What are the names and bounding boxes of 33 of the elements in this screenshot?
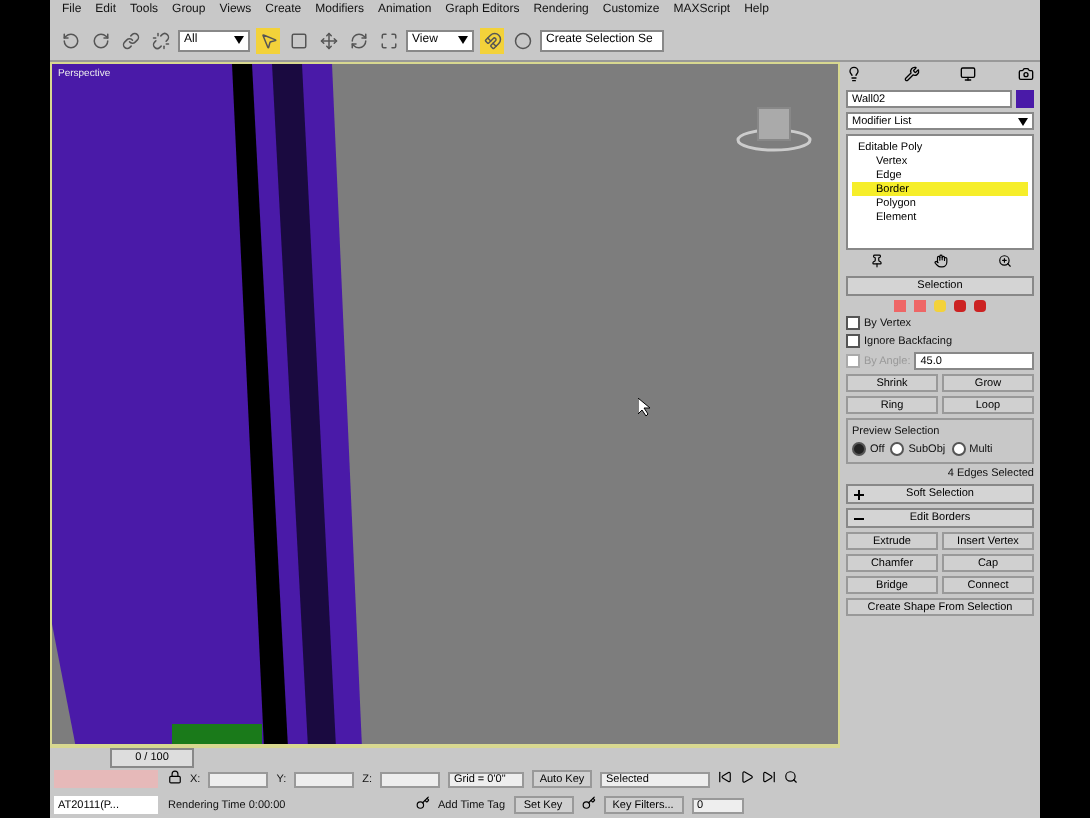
color-swatch[interactable] [1016, 90, 1034, 108]
skip-forward-icon[interactable] [762, 770, 776, 788]
listener-field[interactable] [54, 770, 158, 788]
magnet-icon[interactable] [480, 27, 504, 53]
move-icon[interactable] [316, 27, 340, 53]
key-icon[interactable] [581, 796, 596, 814]
viewcube-icon [734, 104, 814, 156]
circle-icon[interactable] [510, 27, 534, 53]
cursor-icon [638, 398, 650, 416]
coordinate-field[interactable] [294, 771, 355, 787]
coordinate-field[interactable] [380, 771, 440, 787]
display-tab-icon[interactable] [960, 66, 977, 86]
radio-button[interactable] [951, 442, 966, 456]
link-icon[interactable] [118, 27, 142, 53]
coordinate-field[interactable] [208, 771, 269, 787]
checkbox[interactable] [846, 316, 860, 330]
camera-icon[interactable] [1017, 66, 1034, 86]
caret-icon [458, 36, 468, 44]
play-icon[interactable] [740, 770, 754, 788]
caret-icon [234, 36, 244, 44]
hand-icon[interactable] [933, 254, 947, 272]
search-icon[interactable] [784, 770, 798, 788]
pin-icon[interactable] [869, 254, 883, 272]
modify-tab-icon[interactable] [903, 66, 920, 86]
unlink-icon[interactable] [148, 27, 172, 53]
pointer-icon[interactable] [256, 27, 280, 53]
caret-icon [1018, 117, 1028, 125]
radio-button[interactable] [852, 442, 866, 456]
skip-back-icon[interactable] [718, 770, 732, 788]
radio-button[interactable] [890, 442, 905, 456]
checkbox[interactable] [846, 334, 860, 348]
zoom-icon[interactable] [997, 254, 1011, 272]
lock-icon[interactable] [168, 770, 182, 788]
